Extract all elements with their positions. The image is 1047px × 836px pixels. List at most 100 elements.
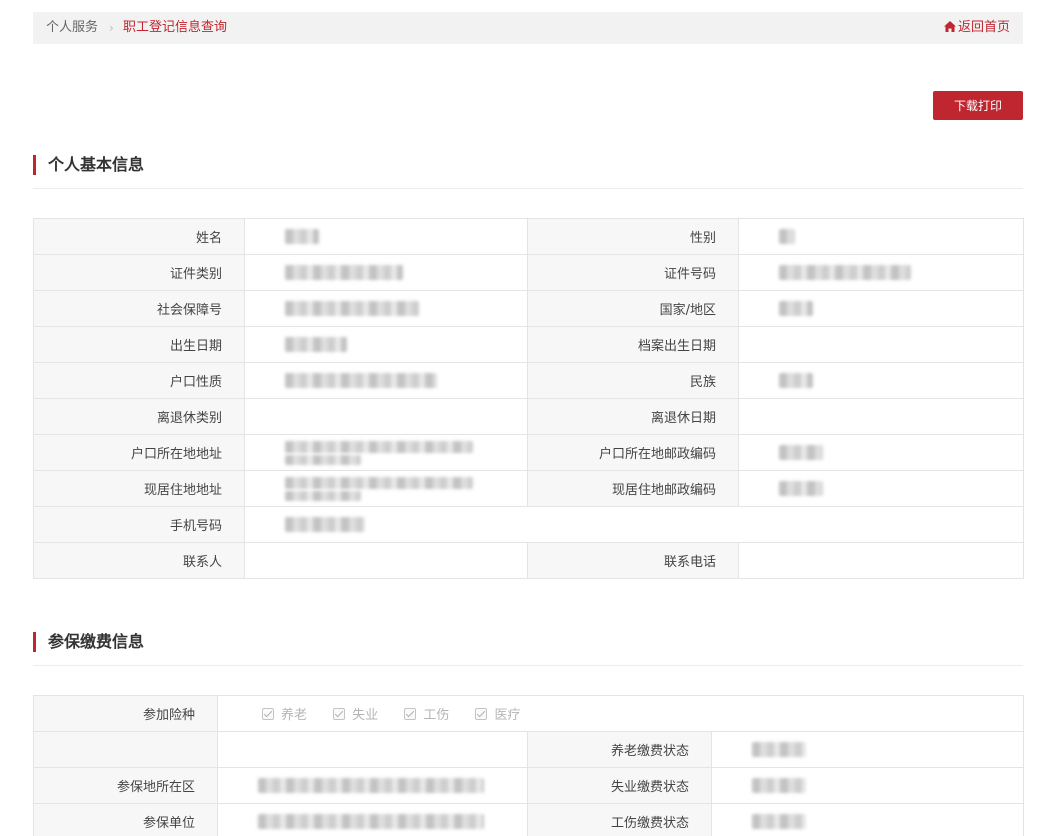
insurance-type-checkboxes: 养老 失业 工伤 医疗 — [216, 695, 1025, 732]
table-row: 参加险种 养老 失业 工伤 医疗 — [33, 695, 1025, 732]
value-contact-phone — [738, 542, 1024, 579]
redacted-value — [779, 445, 823, 460]
redacted-value — [285, 337, 347, 352]
checkbox-medical[interactable]: 医疗 — [475, 704, 520, 723]
value-empty — [217, 731, 528, 768]
redacted-value — [285, 454, 361, 465]
value-social-security-no — [244, 290, 528, 327]
redacted-value — [285, 440, 473, 453]
value-hukou-type — [244, 362, 528, 399]
value-contact-person — [244, 542, 528, 579]
value-mobile — [244, 506, 1024, 543]
value-retirement-type — [244, 398, 528, 435]
value-injury-status — [710, 803, 1025, 836]
value-unemployment-status — [710, 767, 1025, 804]
label-contact-person: 联系人 — [33, 542, 245, 579]
label-insured-area: 参保地所在区 — [33, 767, 218, 804]
value-retirement-date — [738, 398, 1024, 435]
label-name: 姓名 — [33, 218, 245, 255]
value-current-postcode — [738, 470, 1024, 507]
value-gender — [738, 218, 1024, 255]
value-hukou-address — [244, 434, 528, 471]
redacted-value — [258, 778, 484, 793]
redacted-value — [779, 481, 823, 496]
table-row: 社会保障号 国家/地区 — [33, 290, 1024, 327]
label-retirement-type: 离退休类别 — [33, 398, 245, 435]
table-row: 出生日期 档案出生日期 — [33, 326, 1024, 363]
value-insured-unit — [217, 803, 528, 836]
checkbox-icon — [262, 708, 274, 720]
table-row: 离退休类别 离退休日期 — [33, 398, 1024, 435]
table-row: 养老缴费状态 — [33, 731, 1025, 768]
redacted-value — [752, 814, 806, 829]
redacted-value — [752, 742, 806, 757]
label-archive-birth-date: 档案出生日期 — [527, 326, 739, 363]
table-row: 手机号码 — [33, 506, 1024, 543]
redacted-value — [285, 517, 365, 532]
checkbox-unemployment[interactable]: 失业 — [333, 704, 378, 723]
download-print-button[interactable]: 下载打印 — [933, 91, 1023, 120]
breadcrumb: 个人服务 › 职工登记信息查询 返回首页 — [33, 12, 1023, 44]
section-accent-bar — [33, 632, 36, 652]
table-row: 联系人 联系电话 — [33, 542, 1024, 579]
label-current-postcode: 现居住地邮政编码 — [527, 470, 739, 507]
breadcrumb-current: 职工登记信息查询 — [123, 20, 228, 35]
redacted-value — [779, 373, 813, 388]
back-home-label: 返回首页 — [957, 20, 1010, 35]
redacted-value — [285, 265, 403, 280]
label-country: 国家/地区 — [527, 290, 739, 327]
label-hukou-address: 户口所在地地址 — [33, 434, 245, 471]
redacted-value — [779, 265, 911, 280]
basic-info-table: 姓名 性别 证件类别 证件号码 社会保障号 国家/地区 出生日期 档案出生日期 … — [33, 218, 1024, 579]
label-hukou-postcode: 户口所在地邮政编码 — [527, 434, 739, 471]
label-birth-date: 出生日期 — [33, 326, 245, 363]
checkbox-icon — [404, 708, 417, 720]
redacted-value — [285, 229, 319, 244]
checkbox-icon — [333, 708, 346, 720]
checkbox-icon — [475, 708, 488, 720]
back-home-link[interactable]: 返回首页 — [943, 12, 1010, 44]
label-id-type: 证件类别 — [33, 254, 245, 291]
value-ethnicity — [738, 362, 1024, 399]
checkbox-label: 失业 — [352, 708, 379, 723]
label-id-number: 证件号码 — [527, 254, 739, 291]
label-insurance-types: 参加险种 — [33, 695, 218, 732]
label-pension-status: 养老缴费状态 — [527, 731, 712, 768]
insurance-info-table: 参加险种 养老 失业 工伤 医疗 养老缴费状态 参保地所在区 失业缴费状态 参保… — [33, 695, 1025, 836]
table-row: 现居住地地址 现居住地邮政编码 — [33, 470, 1024, 507]
redacted-value — [779, 301, 813, 316]
value-insured-area — [217, 767, 528, 804]
redacted-value — [285, 373, 437, 388]
breadcrumb-separator: › — [109, 21, 114, 35]
label-current-address: 现居住地地址 — [33, 470, 245, 507]
checkbox-label: 医疗 — [494, 708, 521, 723]
redacted-value — [285, 301, 419, 316]
section-accent-bar — [33, 155, 36, 175]
label-gender: 性别 — [527, 218, 739, 255]
value-archive-birth-date — [738, 326, 1024, 363]
section-title: 参保缴费信息 — [48, 632, 145, 651]
checkbox-pension[interactable]: 养老 — [262, 704, 307, 723]
value-id-type — [244, 254, 528, 291]
redacted-value — [258, 814, 484, 829]
checkbox-label: 工伤 — [423, 708, 450, 723]
table-row: 户口性质 民族 — [33, 362, 1024, 399]
label-social-security-no: 社会保障号 — [33, 290, 245, 327]
value-id-number — [738, 254, 1024, 291]
redacted-value — [285, 476, 473, 489]
breadcrumb-home[interactable]: 个人服务 — [46, 12, 98, 44]
value-country — [738, 290, 1024, 327]
label-hukou-type: 户口性质 — [33, 362, 245, 399]
label-contact-phone: 联系电话 — [527, 542, 739, 579]
value-birth-date — [244, 326, 528, 363]
redacted-value — [285, 490, 361, 501]
table-row: 证件类别 证件号码 — [33, 254, 1024, 291]
label-insured-unit: 参保单位 — [33, 803, 218, 836]
section-header-basic-info: 个人基本信息 — [33, 153, 1023, 189]
redacted-value — [779, 229, 795, 244]
table-row: 参保单位 工伤缴费状态 — [33, 803, 1025, 836]
checkbox-injury[interactable]: 工伤 — [404, 704, 449, 723]
label-ethnicity: 民族 — [527, 362, 739, 399]
table-row: 参保地所在区 失业缴费状态 — [33, 767, 1025, 804]
checkbox-label: 养老 — [281, 708, 308, 723]
